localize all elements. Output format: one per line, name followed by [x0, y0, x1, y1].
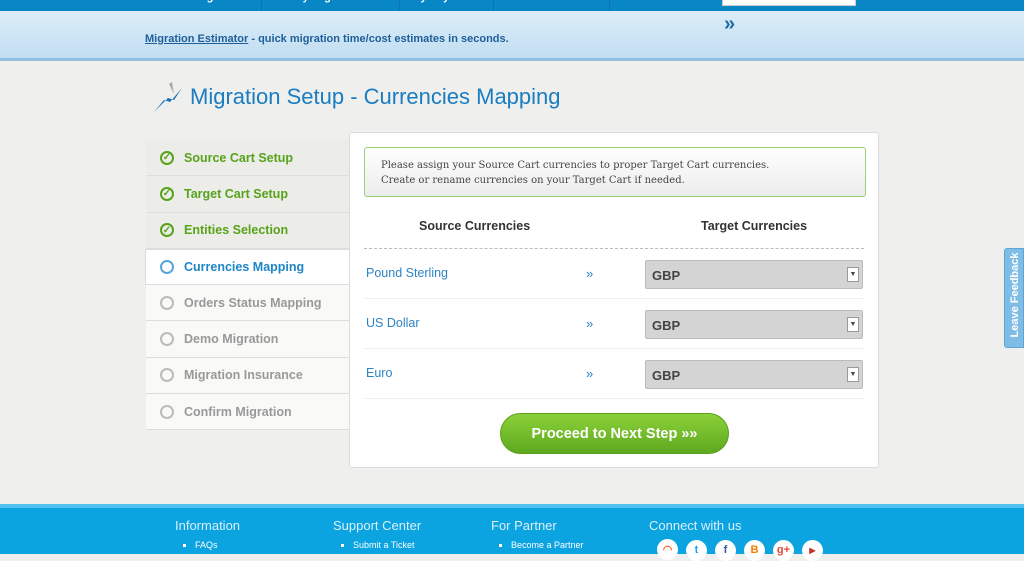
target-currency-select[interactable]: GBP ▼ [645, 310, 863, 339]
steps-sidebar: ✓ Source Cart Setup ✓ Target Cart Setup ✓ E… [145, 140, 350, 431]
step-confirm-migration: Confirm Migration [146, 394, 350, 431]
source-currencies-header: Source Currencies [419, 219, 531, 233]
footer: Information FAQs Support Center Submit a T… [0, 504, 1024, 561]
step-entities-selection[interactable]: ✓ Entities Selection [146, 212, 350, 249]
selected-value: GBP [652, 318, 681, 333]
become-partner-link[interactable]: Become a Partner [491, 540, 584, 550]
search-input[interactable] [722, 0, 856, 6]
estimator-banner: » Migration Estimator - quick migration … [0, 11, 1024, 61]
notice-box: Please assign your Source Cart currencie… [364, 147, 866, 197]
check-icon: ✓ [160, 223, 174, 238]
target-currencies-header: Target Currencies [701, 219, 808, 233]
selected-value: GBP [652, 268, 681, 283]
step-demo-migration: Demo Migration [146, 321, 350, 358]
step-label: Orders Status Mapping [184, 295, 322, 310]
arrow-icon: » [586, 366, 594, 381]
target-currency-select[interactable]: GBP ▼ [645, 360, 863, 389]
step-label: Demo Migration [184, 332, 279, 347]
step-label: Target Cart Setup [184, 186, 288, 201]
circle-icon [160, 368, 174, 383]
arrow-icon: » [586, 316, 594, 331]
step-label: Migration Insurance [184, 368, 303, 383]
check-icon: ✓ [160, 186, 174, 201]
step-source-cart-setup[interactable]: ✓ Source Cart Setup [146, 140, 350, 177]
youtube-icon[interactable]: ▶ [802, 540, 823, 561]
nav-my-payments[interactable]: My Payments [400, 0, 494, 11]
step-label: Currencies Mapping [184, 260, 305, 275]
source-currency: Pound Sterling [366, 266, 449, 280]
twitter-icon[interactable]: t [686, 539, 707, 561]
dropdown-arrow-icon: ▼ [847, 317, 859, 332]
arrow-icon: » [586, 266, 594, 281]
currency-row: Pound Sterling » GBP ▼ [364, 249, 864, 299]
step-label: Confirm Migration [184, 404, 292, 419]
selected-value: GBP [652, 368, 681, 383]
notice-line: Please assign your Source Cart currencie… [381, 160, 770, 171]
dropdown-arrow-icon: ▼ [847, 367, 859, 382]
notice-line: Create or rename currencies on your Targ… [381, 175, 685, 186]
nav-my-migrations[interactable]: My Migrations [262, 0, 400, 11]
proceed-next-step-button[interactable]: Proceed to Next Step »» [500, 413, 729, 454]
check-icon: ✓ [160, 150, 174, 165]
nav-create-migration[interactable]: Create Migration [140, 0, 262, 11]
source-currency: US Dollar [366, 316, 420, 330]
currency-row: US Dollar » GBP ▼ [364, 299, 864, 349]
top-navigation: Create Migration My Migrations My Paymen… [0, 0, 1024, 11]
page-title: Migration Setup - Currencies Mapping [190, 84, 561, 109]
dropdown-arrow-icon: ▼ [847, 267, 859, 282]
faqs-link[interactable]: FAQs [175, 540, 240, 550]
nav-contact-us[interactable]: Contact Us [494, 0, 610, 11]
step-label: Source Cart Setup [184, 150, 294, 165]
facebook-icon[interactable]: f [715, 539, 736, 561]
migration-logo-icon [154, 82, 182, 112]
footer-heading: Support Center [333, 518, 422, 533]
estimator-text: - quick migration time/cost estimates in… [248, 33, 509, 45]
step-target-cart-setup[interactable]: ✓ Target Cart Setup [146, 176, 350, 213]
leave-feedback-tab[interactable]: Leave Feedback [1004, 248, 1024, 348]
target-currency-select[interactable]: GBP ▼ [645, 260, 863, 289]
blogger-icon[interactable]: B [744, 539, 765, 561]
source-currency: Euro [366, 366, 393, 380]
circle-icon [160, 404, 174, 419]
step-label: Entities Selection [184, 223, 289, 238]
rss-icon[interactable]: ◠ [657, 539, 678, 560]
currencies-panel: Please assign your Source Cart currencie… [349, 132, 879, 468]
step-orders-status-mapping: Orders Status Mapping [146, 285, 350, 322]
circle-icon [160, 260, 174, 275]
footer-heading: Connect with us [649, 518, 742, 533]
search-submit-button[interactable]: » [724, 13, 735, 36]
step-currencies-mapping[interactable]: Currencies Mapping [145, 248, 350, 286]
step-migration-insurance: Migration Insurance [146, 357, 350, 395]
currency-row: Euro » GBP ▼ [364, 349, 864, 399]
circle-icon [160, 295, 174, 310]
google-plus-icon[interactable]: g+ [773, 539, 794, 561]
migration-estimator-link[interactable]: Migration Estimator [145, 33, 248, 45]
feedback-label: Leave Feedback [1009, 252, 1021, 338]
footer-heading: For Partner [491, 518, 557, 533]
submit-ticket-link[interactable]: Submit a Ticket [333, 540, 421, 550]
circle-icon [160, 332, 174, 347]
footer-heading: Information [175, 518, 241, 533]
